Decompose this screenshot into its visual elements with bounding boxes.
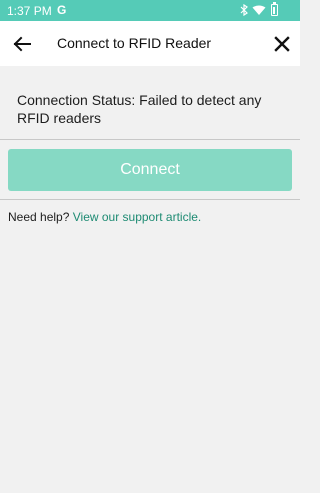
connection-status-section: Connection Status: Failed to detect any … xyxy=(0,66,300,140)
battery-icon xyxy=(271,2,278,16)
status-bar: 1:37 PM G xyxy=(0,0,300,21)
help-prefix: Need help? xyxy=(8,210,70,224)
wifi-icon xyxy=(252,5,266,15)
app-bar: Connect to RFID Reader xyxy=(0,21,300,66)
status-time: 1:37 PM xyxy=(7,4,52,18)
connect-button[interactable]: Connect xyxy=(8,149,292,191)
bluetooth-icon xyxy=(240,4,248,16)
connection-status-text: Connection Status: Failed to detect any … xyxy=(17,92,262,126)
arrow-left-icon xyxy=(13,36,31,52)
close-button[interactable] xyxy=(269,31,295,57)
back-button[interactable] xyxy=(9,31,35,57)
close-icon xyxy=(274,36,290,52)
support-article-link[interactable]: View our support article. xyxy=(73,210,202,224)
status-icons xyxy=(240,4,266,16)
carrier-g-icon: G xyxy=(57,3,67,17)
page-title: Connect to RFID Reader xyxy=(57,35,212,51)
divider xyxy=(0,199,300,200)
help-text: Need help? View our support article. xyxy=(8,210,201,224)
